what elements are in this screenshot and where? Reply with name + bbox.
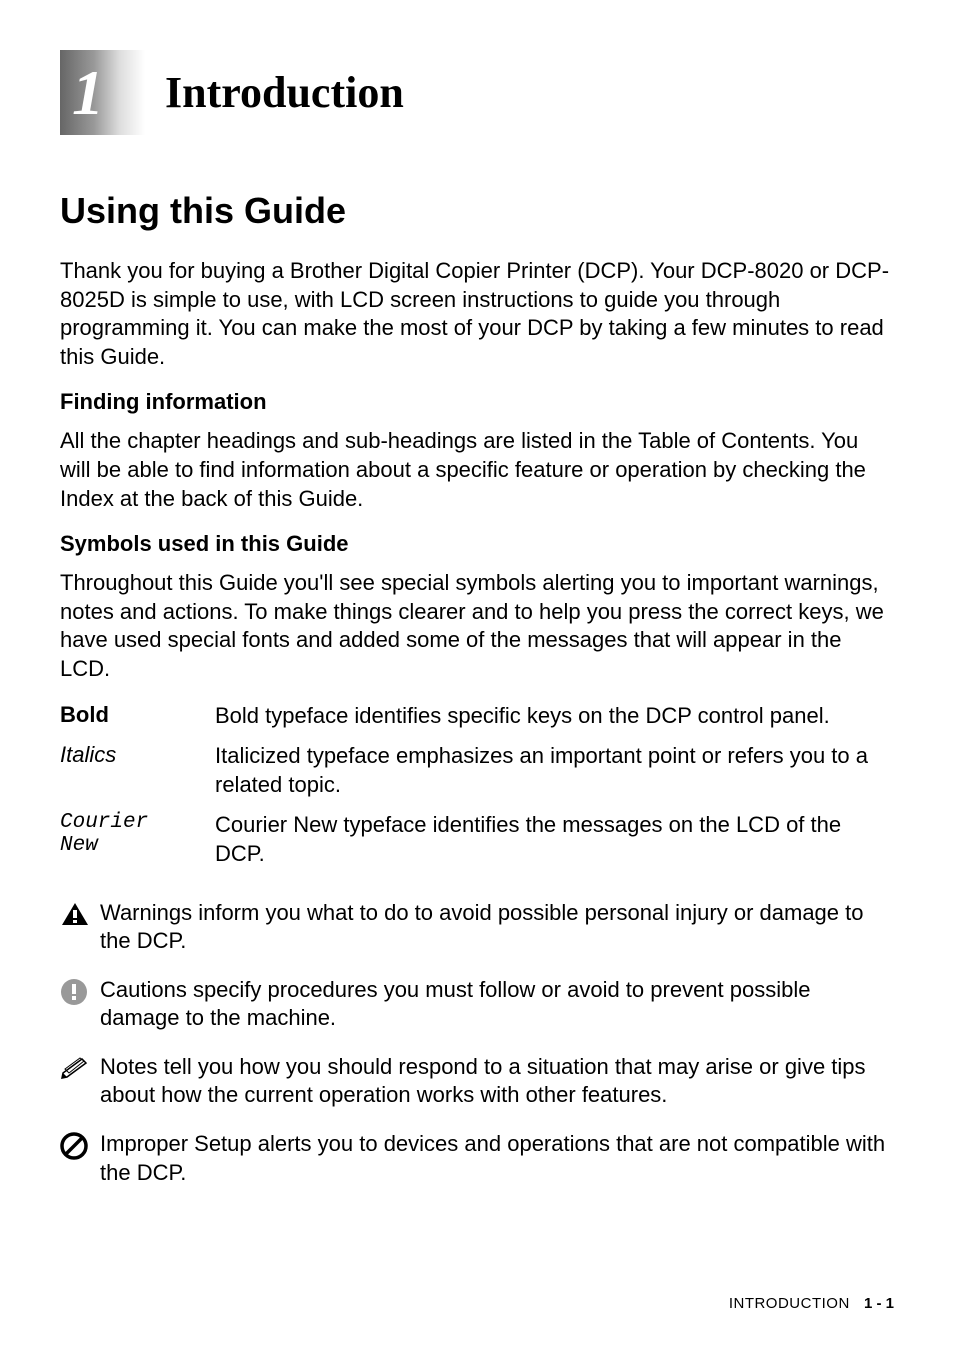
improper-text: Improper Setup alerts you to devices and… xyxy=(100,1130,894,1187)
finding-info-text: All the chapter headings and sub-heading… xyxy=(60,427,894,513)
caution-notice: Cautions specify procedures you must fol… xyxy=(60,976,894,1033)
chapter-header: 1 Introduction xyxy=(60,50,894,135)
definition-row-italics: Italics Italicized typeface emphasizes a… xyxy=(60,742,894,799)
definition-row-courier: Courier New Courier New typeface identif… xyxy=(60,811,894,868)
definition-desc: Courier New typeface identifies the mess… xyxy=(215,811,894,868)
note-icon xyxy=(60,1053,100,1086)
definition-term: Italics xyxy=(60,742,215,799)
font-definitions-table: Bold Bold typeface identifies specific k… xyxy=(60,702,894,869)
finding-info-title: Finding information xyxy=(60,389,894,415)
warning-text: Warnings inform you what to do to avoid … xyxy=(100,899,894,956)
footer-section-name: INTRODUCTION xyxy=(729,1295,850,1312)
caution-text: Cautions specify procedures you must fol… xyxy=(100,976,894,1033)
section-title: Using this Guide xyxy=(60,190,894,232)
definition-term: Courier New xyxy=(60,811,215,868)
page-footer: INTRODUCTION 1 - 1 xyxy=(729,1295,894,1312)
chapter-title: Introduction xyxy=(165,67,404,118)
courier-line2: New xyxy=(60,834,98,857)
symbols-text: Throughout this Guide you'll see special… xyxy=(60,569,894,683)
definition-desc: Bold typeface identifies specific keys o… xyxy=(215,702,894,731)
section-intro-text: Thank you for buying a Brother Digital C… xyxy=(60,257,894,371)
note-text: Notes tell you how you should respond to… xyxy=(100,1053,894,1110)
definition-term: Bold xyxy=(60,702,215,731)
prohibit-icon xyxy=(60,1130,100,1165)
footer-page-number: 1 - 1 xyxy=(864,1295,894,1312)
caution-icon xyxy=(60,976,100,1011)
warning-notice: Warnings inform you what to do to avoid … xyxy=(60,899,894,956)
note-notice: Notes tell you how you should respond to… xyxy=(60,1053,894,1110)
warning-icon xyxy=(60,899,100,932)
improper-setup-notice: Improper Setup alerts you to devices and… xyxy=(60,1130,894,1187)
chapter-number: 1 xyxy=(72,56,104,130)
courier-line1: Courier xyxy=(60,811,148,834)
definition-row-bold: Bold Bold typeface identifies specific k… xyxy=(60,702,894,731)
definition-desc: Italicized typeface emphasizes an import… xyxy=(215,742,894,799)
symbols-title: Symbols used in this Guide xyxy=(60,531,894,557)
chapter-number-badge: 1 xyxy=(60,50,145,135)
